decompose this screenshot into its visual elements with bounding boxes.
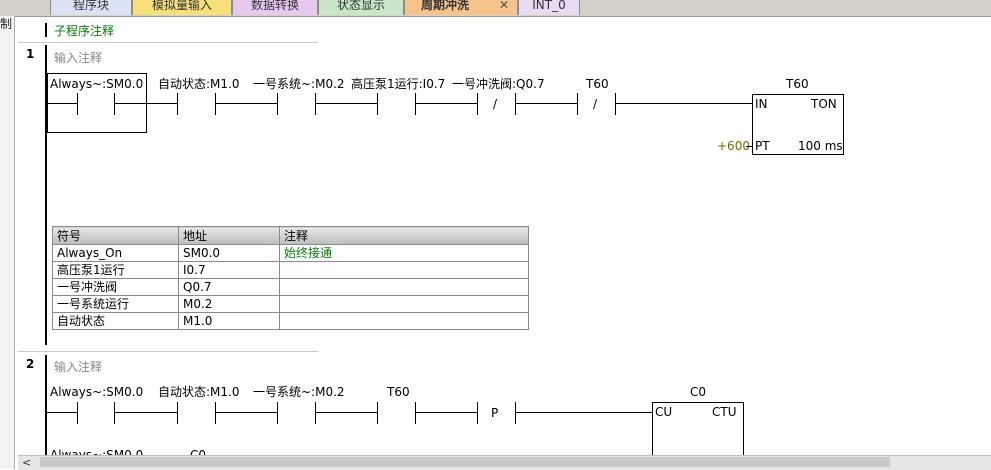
comment-cell xyxy=(279,278,529,296)
symbol-cell: 一号系统运行 xyxy=(52,295,179,313)
separator xyxy=(18,351,318,352)
separator xyxy=(18,42,318,43)
network-comment[interactable]: 输入注释 xyxy=(54,49,102,66)
contact-label: C0 xyxy=(190,448,207,455)
counter-name: C0 xyxy=(690,385,707,399)
contact-label: Always~:SM0.0 xyxy=(50,385,144,399)
scrollbar-thumb[interactable] xyxy=(40,457,890,467)
tab-label: 周期冲洗 xyxy=(421,0,470,12)
wire xyxy=(47,412,77,413)
tab-program-block[interactable]: 程序块 xyxy=(50,0,132,15)
power-rail xyxy=(45,355,47,455)
table-row: 一号系统运行 M0.2 xyxy=(52,295,529,313)
wire xyxy=(114,412,177,413)
comment-cell: 始终接通 xyxy=(279,244,529,262)
contact-label: T60 xyxy=(586,77,609,91)
tab-label: 状态显示 xyxy=(336,0,385,12)
network-comment[interactable]: 输入注释 xyxy=(54,358,102,375)
comment-cell xyxy=(279,295,529,313)
wire xyxy=(415,412,477,413)
tab-label: 模拟量输入 xyxy=(151,0,212,12)
contact-label: T60 xyxy=(387,385,410,399)
wire xyxy=(515,103,577,104)
wire xyxy=(515,412,652,413)
tab-periodic-flush[interactable]: 周期冲洗 ✕ xyxy=(404,0,518,15)
symbol-table-header: 符号 地址 注释 xyxy=(52,226,529,245)
left-panel-label: 制 xyxy=(0,17,13,31)
address-cell: M0.2 xyxy=(178,295,280,313)
network-number: 2 xyxy=(26,357,35,371)
wire xyxy=(114,103,177,104)
table-row: Always_On SM0.0 始终接通 xyxy=(52,244,529,262)
tab-label: 程序块 xyxy=(72,0,109,12)
symbol-table: 符号 地址 注释 Always_On SM0.0 始终接通 高压泵1运行 I0.… xyxy=(52,226,529,330)
close-icon[interactable]: ✕ xyxy=(499,0,509,15)
comment-cell xyxy=(279,261,529,279)
contact-label: 一号系统~:M0.2 xyxy=(253,385,345,399)
contact-label: Always~:SM0.0 xyxy=(50,448,144,455)
timer-pt-pin: PT xyxy=(755,139,770,153)
scroll-left-arrow-icon[interactable]: < xyxy=(22,456,31,469)
subroutine-comment[interactable]: 子程序注释 xyxy=(54,24,114,38)
column-header: 地址 xyxy=(178,226,280,245)
wire xyxy=(47,103,77,104)
network-number: 1 xyxy=(26,47,35,61)
tab-int0[interactable]: INT_0 xyxy=(518,0,580,15)
table-row: 自动状态 M1.0 xyxy=(52,312,529,330)
wire xyxy=(215,412,277,413)
wire xyxy=(315,103,377,104)
symbol-cell: 一号冲洗阀 xyxy=(52,278,179,296)
contact-label: 高压泵1运行:I0.7 xyxy=(351,77,446,91)
address-cell: SM0.0 xyxy=(178,244,280,262)
tab-status-display[interactable]: 状态显示 xyxy=(318,0,404,15)
tab-bar: 程序块 模拟量输入 数据转换 状态显示 周期冲洗 ✕ INT_0 xyxy=(0,0,991,17)
symbol-cell: 高压泵1运行 xyxy=(52,261,179,279)
timer-unit: 100 ms xyxy=(798,139,843,153)
column-header: 注释 xyxy=(279,226,529,245)
tab-label: 数据转换 xyxy=(250,0,299,12)
tab-label: INT_0 xyxy=(532,0,566,12)
contact-label: 自动状态:M1.0 xyxy=(158,77,240,91)
symbol-cell: Always_On xyxy=(52,244,179,262)
address-cell: M1.0 xyxy=(178,312,280,330)
contact-label: 一号冲洗阀:Q0.7 xyxy=(452,77,545,91)
comment-cell xyxy=(279,312,529,330)
table-row: 高压泵1运行 I0.7 xyxy=(52,261,529,279)
column-header: 符号 xyxy=(52,226,179,245)
counter-cu-pin: CU xyxy=(655,405,673,419)
wire xyxy=(746,146,752,147)
contact-label: 自动状态:M1.0 xyxy=(158,385,240,399)
wire xyxy=(315,412,377,413)
address-cell: I0.7 xyxy=(178,261,280,279)
timer-name: T60 xyxy=(786,77,809,91)
contact-label: 一号系统~:M0.2 xyxy=(253,77,345,91)
symbol-cell: 自动状态 xyxy=(52,312,179,330)
wire xyxy=(215,103,277,104)
comment-marker xyxy=(45,23,47,37)
wire xyxy=(415,103,477,104)
timer-in-pin: IN xyxy=(755,97,768,111)
tab-data-convert[interactable]: 数据转换 xyxy=(232,0,318,15)
counter-type: CTU xyxy=(712,405,737,419)
left-panel-edge xyxy=(0,16,15,469)
table-row: 一号冲洗阀 Q0.7 xyxy=(52,278,529,296)
tab-analog-input[interactable]: 模拟量输入 xyxy=(132,0,232,15)
wire xyxy=(615,103,752,104)
timer-type: TON xyxy=(811,97,837,111)
address-cell: Q0.7 xyxy=(178,278,280,296)
